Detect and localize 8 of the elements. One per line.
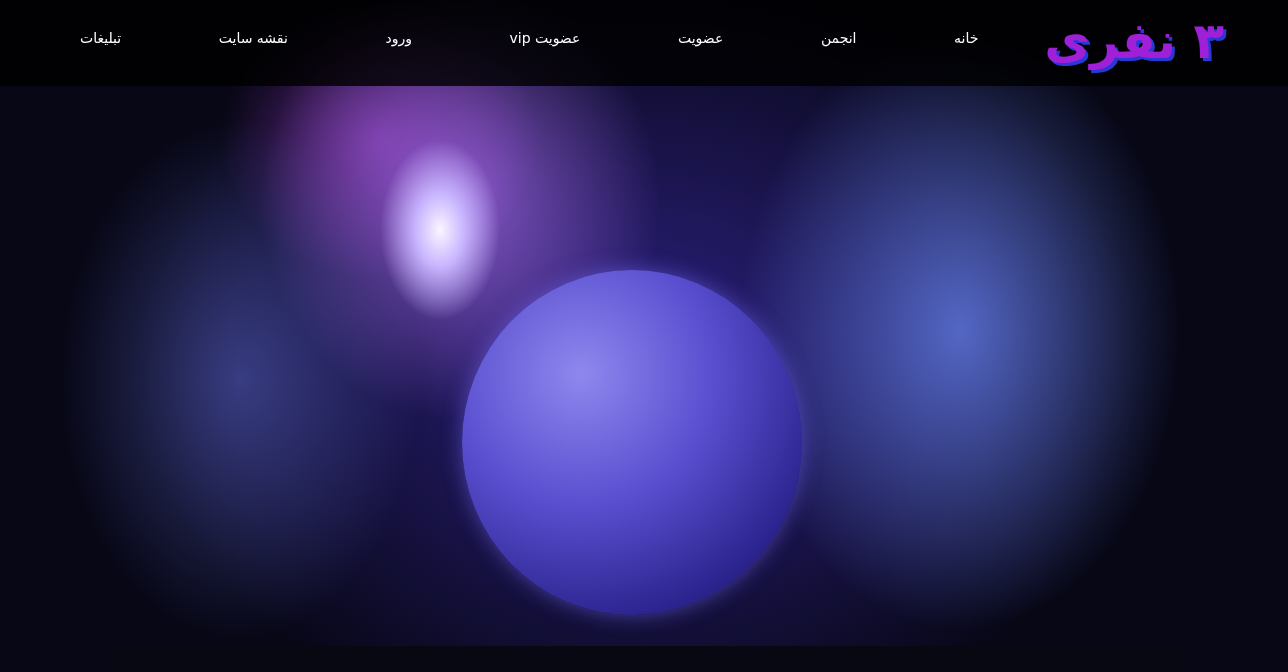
site-logo[interactable]: ۳ نفری	[1038, 3, 1230, 83]
nav-link[interactable]: عضویت vip	[509, 30, 581, 46]
nav-link[interactable]: خانه	[954, 30, 979, 46]
nav-link[interactable]: نقشه سایت	[218, 30, 288, 46]
nav-link[interactable]: عضویت	[677, 30, 724, 46]
nav-link[interactable]: انجمن	[820, 30, 857, 46]
nav-link[interactable]: ورود	[385, 30, 412, 46]
nav-link[interactable]: تبلیغات	[80, 30, 122, 46]
